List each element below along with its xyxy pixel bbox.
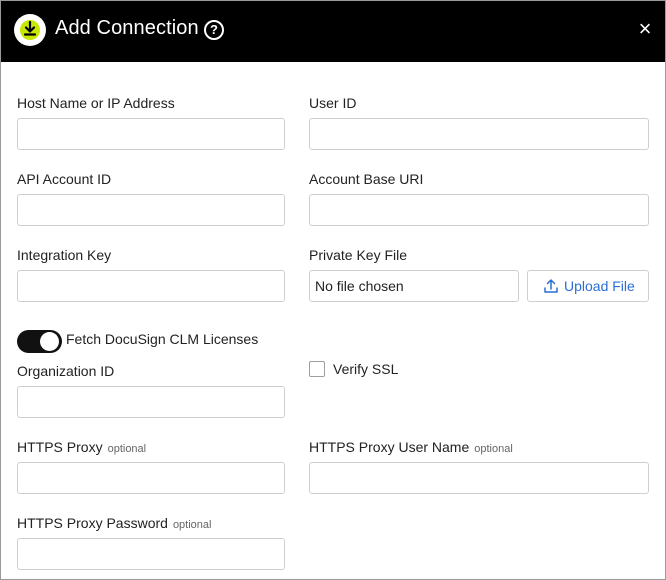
verify-ssl-label: Verify SSL (333, 361, 399, 377)
https-proxy-password-label-text: HTTPS Proxy Password (17, 515, 168, 531)
organization-id-label: Organization ID (17, 363, 115, 379)
fetch-licenses-label: Fetch DocuSign CLM Licenses (66, 331, 259, 347)
upload-file-label: Upload File (564, 278, 635, 294)
https-proxy-input[interactable] (17, 462, 285, 494)
fetch-licenses-toggle[interactable] (17, 330, 62, 353)
optional-hint: optional (172, 519, 212, 531)
file-status-field: No file chosen (309, 270, 519, 302)
toggle-knob (40, 332, 59, 351)
https-proxy-label: HTTPS Proxy optional (17, 439, 146, 455)
help-icon[interactable]: ? (204, 20, 224, 40)
upload-icon (544, 279, 558, 293)
api-account-id-input[interactable] (17, 194, 285, 226)
https-proxy-password-label: HTTPS Proxy Password optional (17, 515, 211, 531)
verify-ssl-checkbox[interactable] (309, 361, 325, 377)
host-name-input[interactable] (17, 118, 285, 150)
organization-id-input[interactable] (17, 386, 285, 418)
close-icon[interactable]: × (635, 18, 655, 40)
private-key-file-label: Private Key File (309, 247, 408, 263)
host-name-label: Host Name or IP Address (17, 95, 175, 111)
optional-hint: optional (474, 443, 513, 455)
integration-key-label: Integration Key (17, 247, 112, 263)
upload-file-button[interactable]: Upload File (527, 270, 649, 302)
user-id-label: User ID (309, 95, 357, 111)
account-base-uri-input[interactable] (309, 194, 649, 226)
https-proxy-user-input[interactable] (309, 462, 649, 494)
api-account-id-label: API Account ID (17, 171, 112, 187)
account-base-uri-label: Account Base URI (309, 171, 424, 187)
user-id-input[interactable] (309, 118, 649, 150)
optional-hint: optional (107, 443, 147, 455)
https-proxy-password-input[interactable] (17, 538, 285, 570)
add-connection-dialog: Add Connection ? × Host Name or IP Addre… (0, 0, 666, 580)
https-proxy-user-label: HTTPS Proxy User Name optional (309, 439, 513, 455)
https-proxy-label-text: HTTPS Proxy (17, 439, 103, 455)
download-icon (14, 14, 46, 46)
integration-key-input[interactable] (17, 270, 285, 302)
dialog-title: Add Connection (55, 17, 199, 39)
dialog-header: Add Connection ? × (1, 1, 665, 62)
https-proxy-user-label-text: HTTPS Proxy User Name (309, 439, 470, 455)
